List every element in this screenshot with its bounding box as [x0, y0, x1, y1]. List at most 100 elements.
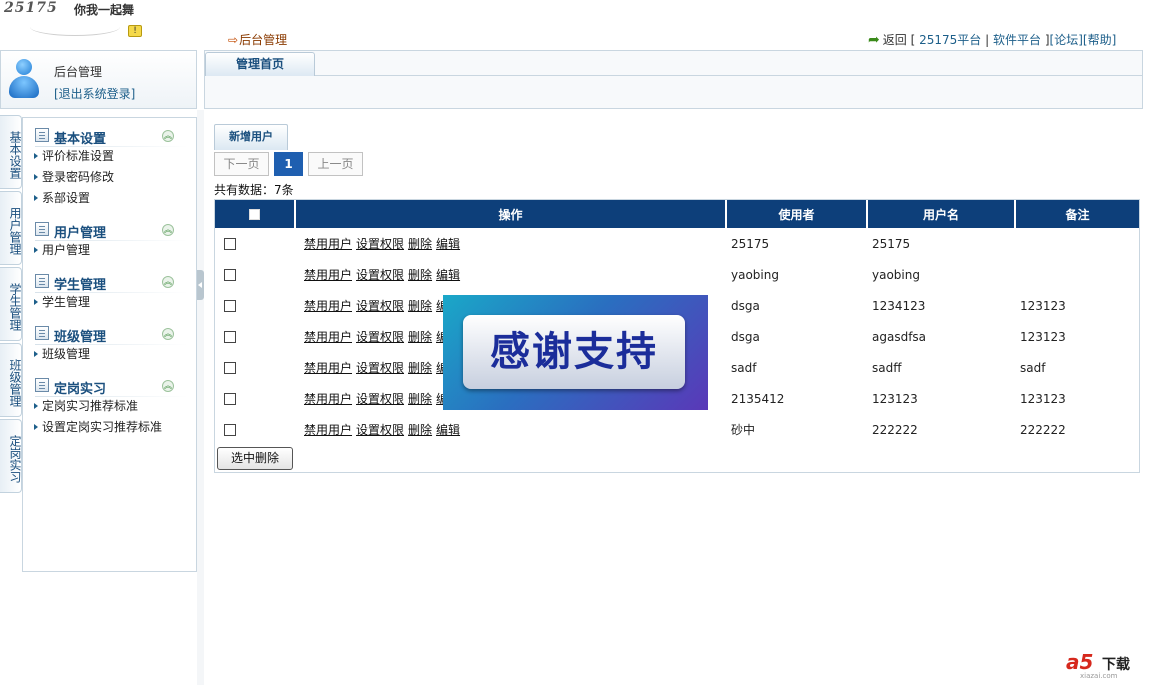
avatar-icon	[7, 59, 41, 101]
menu-group-header[interactable]: 定岗实习 ︽	[23, 374, 196, 397]
current-page-button[interactable]: 1	[274, 152, 303, 176]
collapse-icon[interactable]: ︽	[162, 328, 174, 340]
menu-item-student-management[interactable]: 学生管理	[23, 292, 196, 313]
row-checkbox[interactable]	[224, 362, 236, 374]
delete-selected-button[interactable]: 选中删除	[217, 447, 293, 470]
edit-link[interactable]: 编辑	[436, 423, 460, 437]
tab-admin-home[interactable]: 管理首页	[205, 52, 315, 76]
logout-link[interactable]: [退出系统登录]	[54, 85, 135, 102]
vtab-student-management[interactable]: 学生管理	[0, 267, 22, 341]
table-header-row: 操作 使用者 用户名 备注	[215, 200, 1139, 228]
menu-item-class-management[interactable]: 班级管理	[23, 344, 196, 365]
back-arrow-icon[interactable]: ➦	[868, 32, 880, 48]
row-checkbox[interactable]	[224, 393, 236, 405]
menu-group-header[interactable]: 学生管理 ︽	[23, 270, 196, 293]
collapse-icon[interactable]: ︽	[162, 224, 174, 236]
delete-link[interactable]: 删除	[408, 423, 432, 437]
row-checkbox[interactable]	[224, 331, 236, 343]
row-checkbox[interactable]	[224, 300, 236, 312]
forum-link[interactable]: [论坛]	[1050, 33, 1083, 47]
edit-link[interactable]: 编辑	[436, 237, 460, 251]
disable-user-link[interactable]: 禁用用户	[304, 299, 352, 313]
vtab-class-management[interactable]: 班级管理	[0, 343, 22, 417]
disable-user-link[interactable]: 禁用用户	[304, 330, 352, 344]
arrow-right-icon: ⇨	[228, 33, 239, 47]
cell-username: 123123	[872, 391, 918, 406]
menu-group-users: 用户管理 ︽ 用户管理	[23, 218, 196, 261]
set-permission-link[interactable]: 设置权限	[356, 237, 404, 251]
row-actions: 禁用用户设置权限删除编辑	[295, 414, 726, 445]
prev-page-button[interactable]: 上一页	[308, 152, 363, 176]
vertical-tabs: 基本设置 用户管理 学生管理 班级管理 定岗实习	[0, 115, 22, 505]
header-user: 使用者	[726, 200, 868, 228]
cell-user: sadf	[731, 360, 757, 375]
delete-link[interactable]: 删除	[408, 392, 432, 406]
collapse-sidebar-handle[interactable]	[197, 270, 204, 300]
menu-item-rating-standard[interactable]: 评价标准设置	[23, 146, 196, 167]
set-permission-link[interactable]: 设置权限	[356, 392, 404, 406]
disable-user-link[interactable]: 禁用用户	[304, 237, 352, 251]
cell-username: agasdfsa	[872, 329, 927, 344]
menu-group-header[interactable]: 用户管理 ︽	[23, 218, 196, 241]
cell-username: yaobing	[872, 267, 920, 282]
set-permission-link[interactable]: 设置权限	[356, 361, 404, 375]
collapse-icon[interactable]: ︽	[162, 276, 174, 288]
set-permission-link[interactable]: 设置权限	[356, 423, 404, 437]
menu-group-header[interactable]: 班级管理 ︽	[23, 322, 196, 345]
separator: |	[985, 33, 990, 47]
disable-user-link[interactable]: 禁用用户	[304, 361, 352, 375]
set-permission-link[interactable]: 设置权限	[356, 268, 404, 282]
menu-item-internship-standard[interactable]: 定岗实习推荐标准	[23, 396, 196, 417]
select-all-checkbox[interactable]	[249, 209, 260, 220]
add-user-button[interactable]: 新增用户	[214, 124, 288, 150]
menu-item-user-management[interactable]: 用户管理	[23, 240, 196, 261]
menu-group-title: 定岗实习	[54, 382, 107, 397]
platform-link[interactable]: 25175平台	[919, 33, 981, 47]
warning-icon: !	[128, 25, 142, 37]
menu-item-set-internship-standard[interactable]: 设置定岗实习推荐标准	[23, 417, 196, 438]
delete-link[interactable]: 删除	[408, 361, 432, 375]
row-checkbox[interactable]	[224, 424, 236, 436]
user-name: 后台管理	[54, 65, 103, 79]
delete-link[interactable]: 删除	[408, 330, 432, 344]
thanks-banner: 感谢支持	[443, 295, 708, 410]
breadcrumb-label: 后台管理	[239, 33, 288, 47]
menu-group-students: 学生管理 ︽ 学生管理	[23, 270, 196, 313]
menu-group-title: 班级管理	[54, 330, 107, 345]
set-permission-link[interactable]: 设置权限	[356, 299, 404, 313]
collapse-icon[interactable]: ︽	[162, 380, 174, 392]
back-link[interactable]: 返回	[883, 33, 907, 47]
vtab-user-management[interactable]: 用户管理	[0, 191, 22, 265]
delete-link[interactable]: 删除	[408, 268, 432, 282]
cell-user: yaobing	[731, 267, 779, 282]
top-links: ➦ 返回 [ 25175平台 | 软件平台 ][论坛][帮助]	[868, 31, 1116, 48]
disable-user-link[interactable]: 禁用用户	[304, 392, 352, 406]
set-permission-link[interactable]: 设置权限	[356, 330, 404, 344]
disable-user-link[interactable]: 禁用用户	[304, 423, 352, 437]
row-checkbox[interactable]	[224, 238, 236, 250]
document-icon	[35, 222, 49, 236]
row-checkbox-cell	[215, 352, 295, 383]
menu-group-internship: 定岗实习 ︽ 定岗实习推荐标准 设置定岗实习推荐标准	[23, 374, 196, 438]
cell-username: 222222	[872, 422, 918, 437]
disable-user-link[interactable]: 禁用用户	[304, 268, 352, 282]
menu-item-change-password[interactable]: 登录密码修改	[23, 167, 196, 188]
software-platform-link[interactable]: 软件平台	[993, 33, 1041, 47]
vtab-internship[interactable]: 定岗实习	[0, 419, 22, 493]
cell-note: 123123	[1020, 329, 1066, 344]
row-checkbox[interactable]	[224, 269, 236, 281]
cell-user: 2135412	[731, 391, 785, 406]
delete-link[interactable]: 删除	[408, 237, 432, 251]
watermark-mark: a5	[1066, 650, 1094, 674]
menu-group-header[interactable]: 基本设置 ︽	[23, 124, 196, 147]
next-page-button[interactable]: 下一页	[214, 152, 269, 176]
menu-item-department-settings[interactable]: 系部设置	[23, 188, 196, 209]
cell-user: 25175	[731, 236, 770, 251]
vtab-basic-settings[interactable]: 基本设置	[0, 115, 22, 189]
cell-username: sadff	[872, 360, 902, 375]
delete-link[interactable]: 删除	[408, 299, 432, 313]
help-link[interactable]: [帮助]	[1083, 33, 1116, 47]
edit-link[interactable]: 编辑	[436, 268, 460, 282]
cell-user: dsga	[731, 298, 760, 313]
collapse-icon[interactable]: ︽	[162, 130, 174, 142]
